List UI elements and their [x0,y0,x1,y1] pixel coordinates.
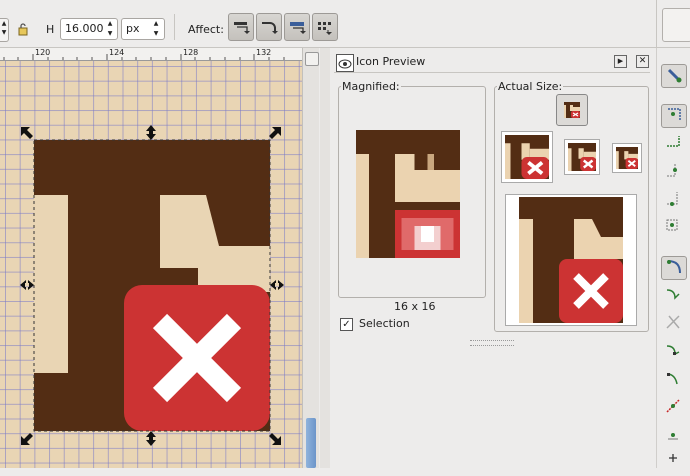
snap-path-icon [666,289,680,300]
snap-toggle-icon [667,68,682,83]
drawing-canvas[interactable] [0,61,302,468]
unit-value: px [126,22,140,35]
snap-toggle-button[interactable] [661,64,687,88]
move-patterns-icon [318,22,332,35]
preview-size-48-button[interactable] [501,131,553,183]
snap-edge-button[interactable] [661,132,685,154]
snap-nodes-icon [667,260,681,274]
actual-size-label: Actual Size: [497,80,564,93]
canvas-vertical-scrollbar[interactable] [302,48,319,468]
preview-size-32-button[interactable] [564,139,600,175]
snap-smooth-icon [666,373,678,385]
selection-checkbox[interactable]: ✓ [340,318,353,331]
dock-splitter[interactable] [320,48,330,468]
snap-center-icon [666,219,678,231]
toolbar-overflow-button[interactable] [662,8,690,42]
snap-nodes-button[interactable] [661,256,687,280]
w-spin-arrows[interactable]: ▲ ▼ [0,18,9,42]
snap-intersection-icon [666,315,680,329]
snap-bbox-button[interactable] [661,104,687,128]
snap-midpoint-icon [667,192,678,206]
actual-24-icon [616,147,638,169]
dock-titlebar: Icon Preview ▶ ✕ [334,52,650,73]
height-value: 16.000 [65,22,104,35]
snap-rotation-center-button[interactable] [661,448,685,470]
ruler-tick-label: 128 [183,48,199,57]
actual-128-icon [519,197,623,323]
horizontal-ruler: 120 124 128 132 [0,48,302,61]
magnified-label: Magnified: [341,80,401,93]
scale-stroke-toggle[interactable] [228,13,254,41]
snap-path-button[interactable] [661,284,685,306]
affect-label: Affect: [188,23,224,36]
dock-title: Icon Preview [356,55,426,68]
preview-size-128-button[interactable] [505,194,637,326]
snap-bbox-corner-icon [667,164,677,177]
preview-size-16-button[interactable] [556,94,588,126]
snap-bbox-corner-button[interactable] [661,160,685,182]
preview-size-24-button[interactable] [612,143,642,173]
actual-48-icon [505,135,549,179]
lock-icon[interactable] [16,22,30,36]
snap-line-midpoint-icon [666,399,680,413]
toolbar-separator [174,14,175,40]
snap-cusp-button[interactable] [661,340,685,362]
scale-corners-icon [262,22,278,34]
snap-object-center-button[interactable] [661,424,685,446]
selection-label: Selection [359,317,410,330]
actual-32-icon [568,143,596,171]
size-caption: 16 x 16 [394,300,436,313]
snap-controls-bar [656,48,690,468]
icon-artwork[interactable] [0,61,302,468]
snap-cusp-icon [666,345,680,356]
snap-smooth-button[interactable] [661,368,685,390]
toolbar-right-separator [656,0,657,47]
icon-preview-icon [336,54,354,72]
snap-rotation-center-icon [669,454,677,462]
ruler-tick-label: 132 [256,48,272,57]
scrollbar-top-button[interactable] [305,52,319,66]
snap-midpoint-button[interactable] [661,188,685,210]
snap-line-midpoint-button[interactable] [661,396,685,418]
snap-object-center-icon [668,433,678,440]
snap-intersection-button[interactable] [661,312,685,334]
scrollbar-thumb[interactable] [306,418,316,468]
snap-center-button[interactable] [661,216,685,238]
unit-select-arrows[interactable]: ▲ ▼ [151,19,161,39]
tool-controls-bar: ▲ ▼ H 16.000 ▲ ▼ px ▲ ▼ Affect: [0,0,690,48]
snap-bbox-icon [668,108,681,121]
scale-corners-toggle[interactable] [256,13,282,41]
ruler-tick-label: 120 [35,48,51,57]
move-patterns-toggle[interactable] [312,13,338,41]
scale-stroke-icon [234,22,250,34]
snap-edge-icon [667,136,680,147]
dock-expand-icon[interactable]: ▶ [614,55,627,68]
icon-preview-dock: Icon Preview ▶ ✕ Magnified: 16 x 16 ✓ Se… [330,48,652,468]
move-gradients-icon [290,22,306,34]
height-spin-arrows[interactable]: ▲ ▼ [104,19,116,39]
ruler-tick-label: 124 [109,48,125,57]
dock-close-icon[interactable]: ✕ [636,55,649,68]
dock-resize-grip[interactable] [470,340,514,346]
move-gradients-toggle[interactable] [284,13,310,41]
height-label: H [46,23,55,36]
actual-16-icon [564,102,580,118]
magnified-preview [356,130,460,258]
